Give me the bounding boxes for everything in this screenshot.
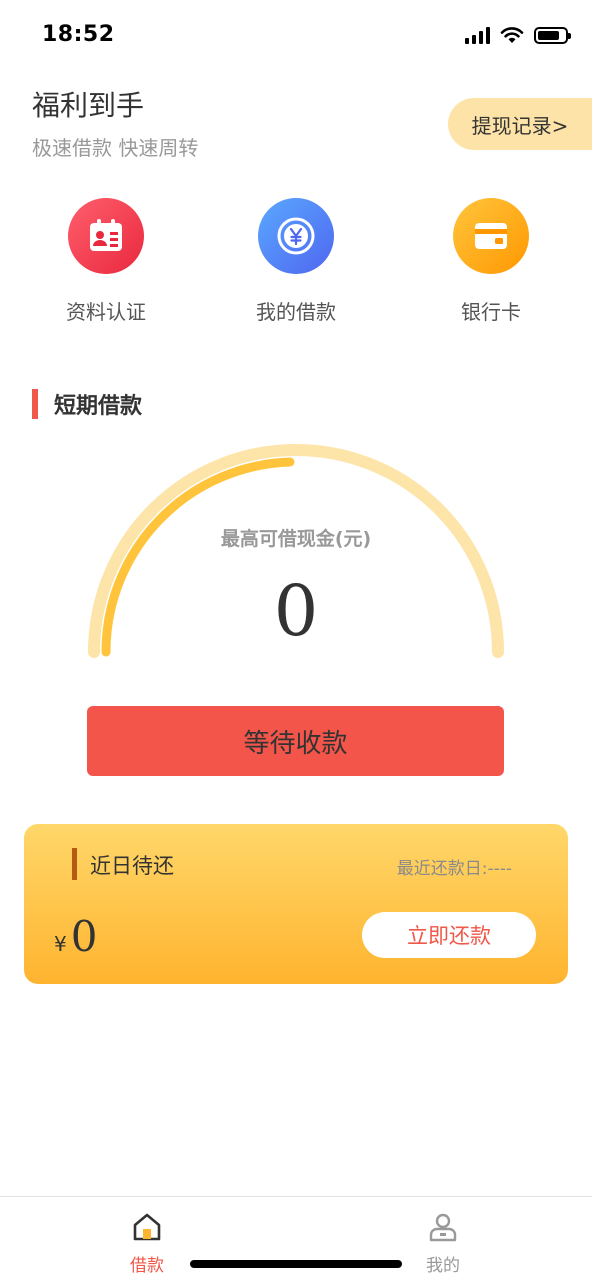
- section-title: 短期借款: [32, 388, 142, 420]
- page-title: 福利到手: [32, 89, 145, 122]
- battery-icon: [534, 26, 571, 44]
- home-indicator: [190, 1260, 402, 1268]
- home-icon: [133, 1213, 161, 1241]
- repayment-amount-value: 0: [70, 912, 98, 961]
- bank-card-icon: [453, 198, 529, 274]
- quick-action-verification[interactable]: 资料认证: [26, 198, 186, 325]
- tab-loan-label: 借款: [130, 1256, 164, 1276]
- await-payment-button[interactable]: 等待收款: [87, 706, 504, 776]
- section-title-text: 短期借款: [54, 394, 143, 419]
- repayment-card: 近日待还 最近还款日:---- ¥ 0 立即还款: [24, 824, 568, 984]
- quick-action-label: 我的借款: [256, 300, 336, 324]
- currency-symbol: ¥: [54, 932, 67, 956]
- tab-loan[interactable]: 借款: [107, 1211, 187, 1276]
- quick-actions: 资料认证 我的借款 银行卡: [0, 198, 592, 338]
- user-icon: [429, 1213, 457, 1242]
- status-time: 18:52: [42, 22, 115, 47]
- quick-action-label: 资料认证: [66, 300, 146, 324]
- wifi-icon: [500, 27, 524, 43]
- repayment-title-bar: [72, 848, 77, 880]
- status-icons: [465, 26, 571, 44]
- gauge-label: 最高可借现金(元): [220, 528, 372, 550]
- id-card-icon: [68, 198, 144, 274]
- repay-now-button[interactable]: 立即还款: [362, 912, 536, 958]
- gauge-value: 0: [273, 570, 319, 652]
- yen-coin-icon: [258, 198, 334, 274]
- tab-mine[interactable]: 我的: [403, 1211, 483, 1276]
- repayment-title: 近日待还: [90, 854, 174, 878]
- tab-mine-label: 我的: [426, 1256, 460, 1276]
- quick-action-my-loans[interactable]: 我的借款: [216, 198, 376, 325]
- quick-action-bank-card[interactable]: 银行卡: [411, 198, 571, 325]
- repayment-amount: ¥ 0: [54, 912, 97, 961]
- status-bar: 18:52: [0, 0, 592, 70]
- withdraw-record-button[interactable]: 提现记录>: [448, 98, 592, 150]
- quick-action-label: 银行卡: [461, 300, 521, 324]
- page-subtitle: 极速借款 快速周转: [32, 136, 199, 160]
- section-title-bar: [32, 389, 38, 419]
- repayment-latest-date: 最近还款日:----: [396, 859, 512, 879]
- cellular-signal-icon: [465, 26, 490, 44]
